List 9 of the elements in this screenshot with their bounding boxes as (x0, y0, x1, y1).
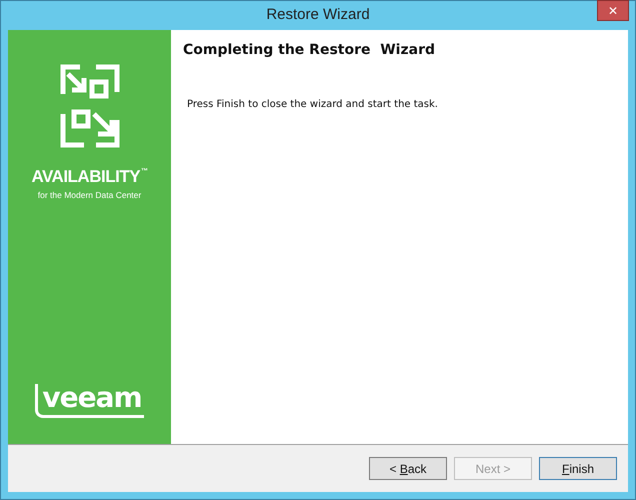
message-text: Press Finish to close the wizard and start the task. (187, 98, 439, 112)
wizard-button[interactable]: Finish (539, 457, 617, 480)
wizard-button[interactable]: < Back (369, 457, 447, 480)
logo-text: veeam (35, 384, 144, 418)
page-heading: Completing the Restore Wizard (183, 41, 436, 60)
subtitle: for the Modern Data Center (38, 189, 142, 202)
window-title: Restore Wizard (266, 5, 370, 26)
squares-arrows-icon (60, 64, 120, 148)
close-button[interactable]: ✕ (597, 0, 629, 21)
